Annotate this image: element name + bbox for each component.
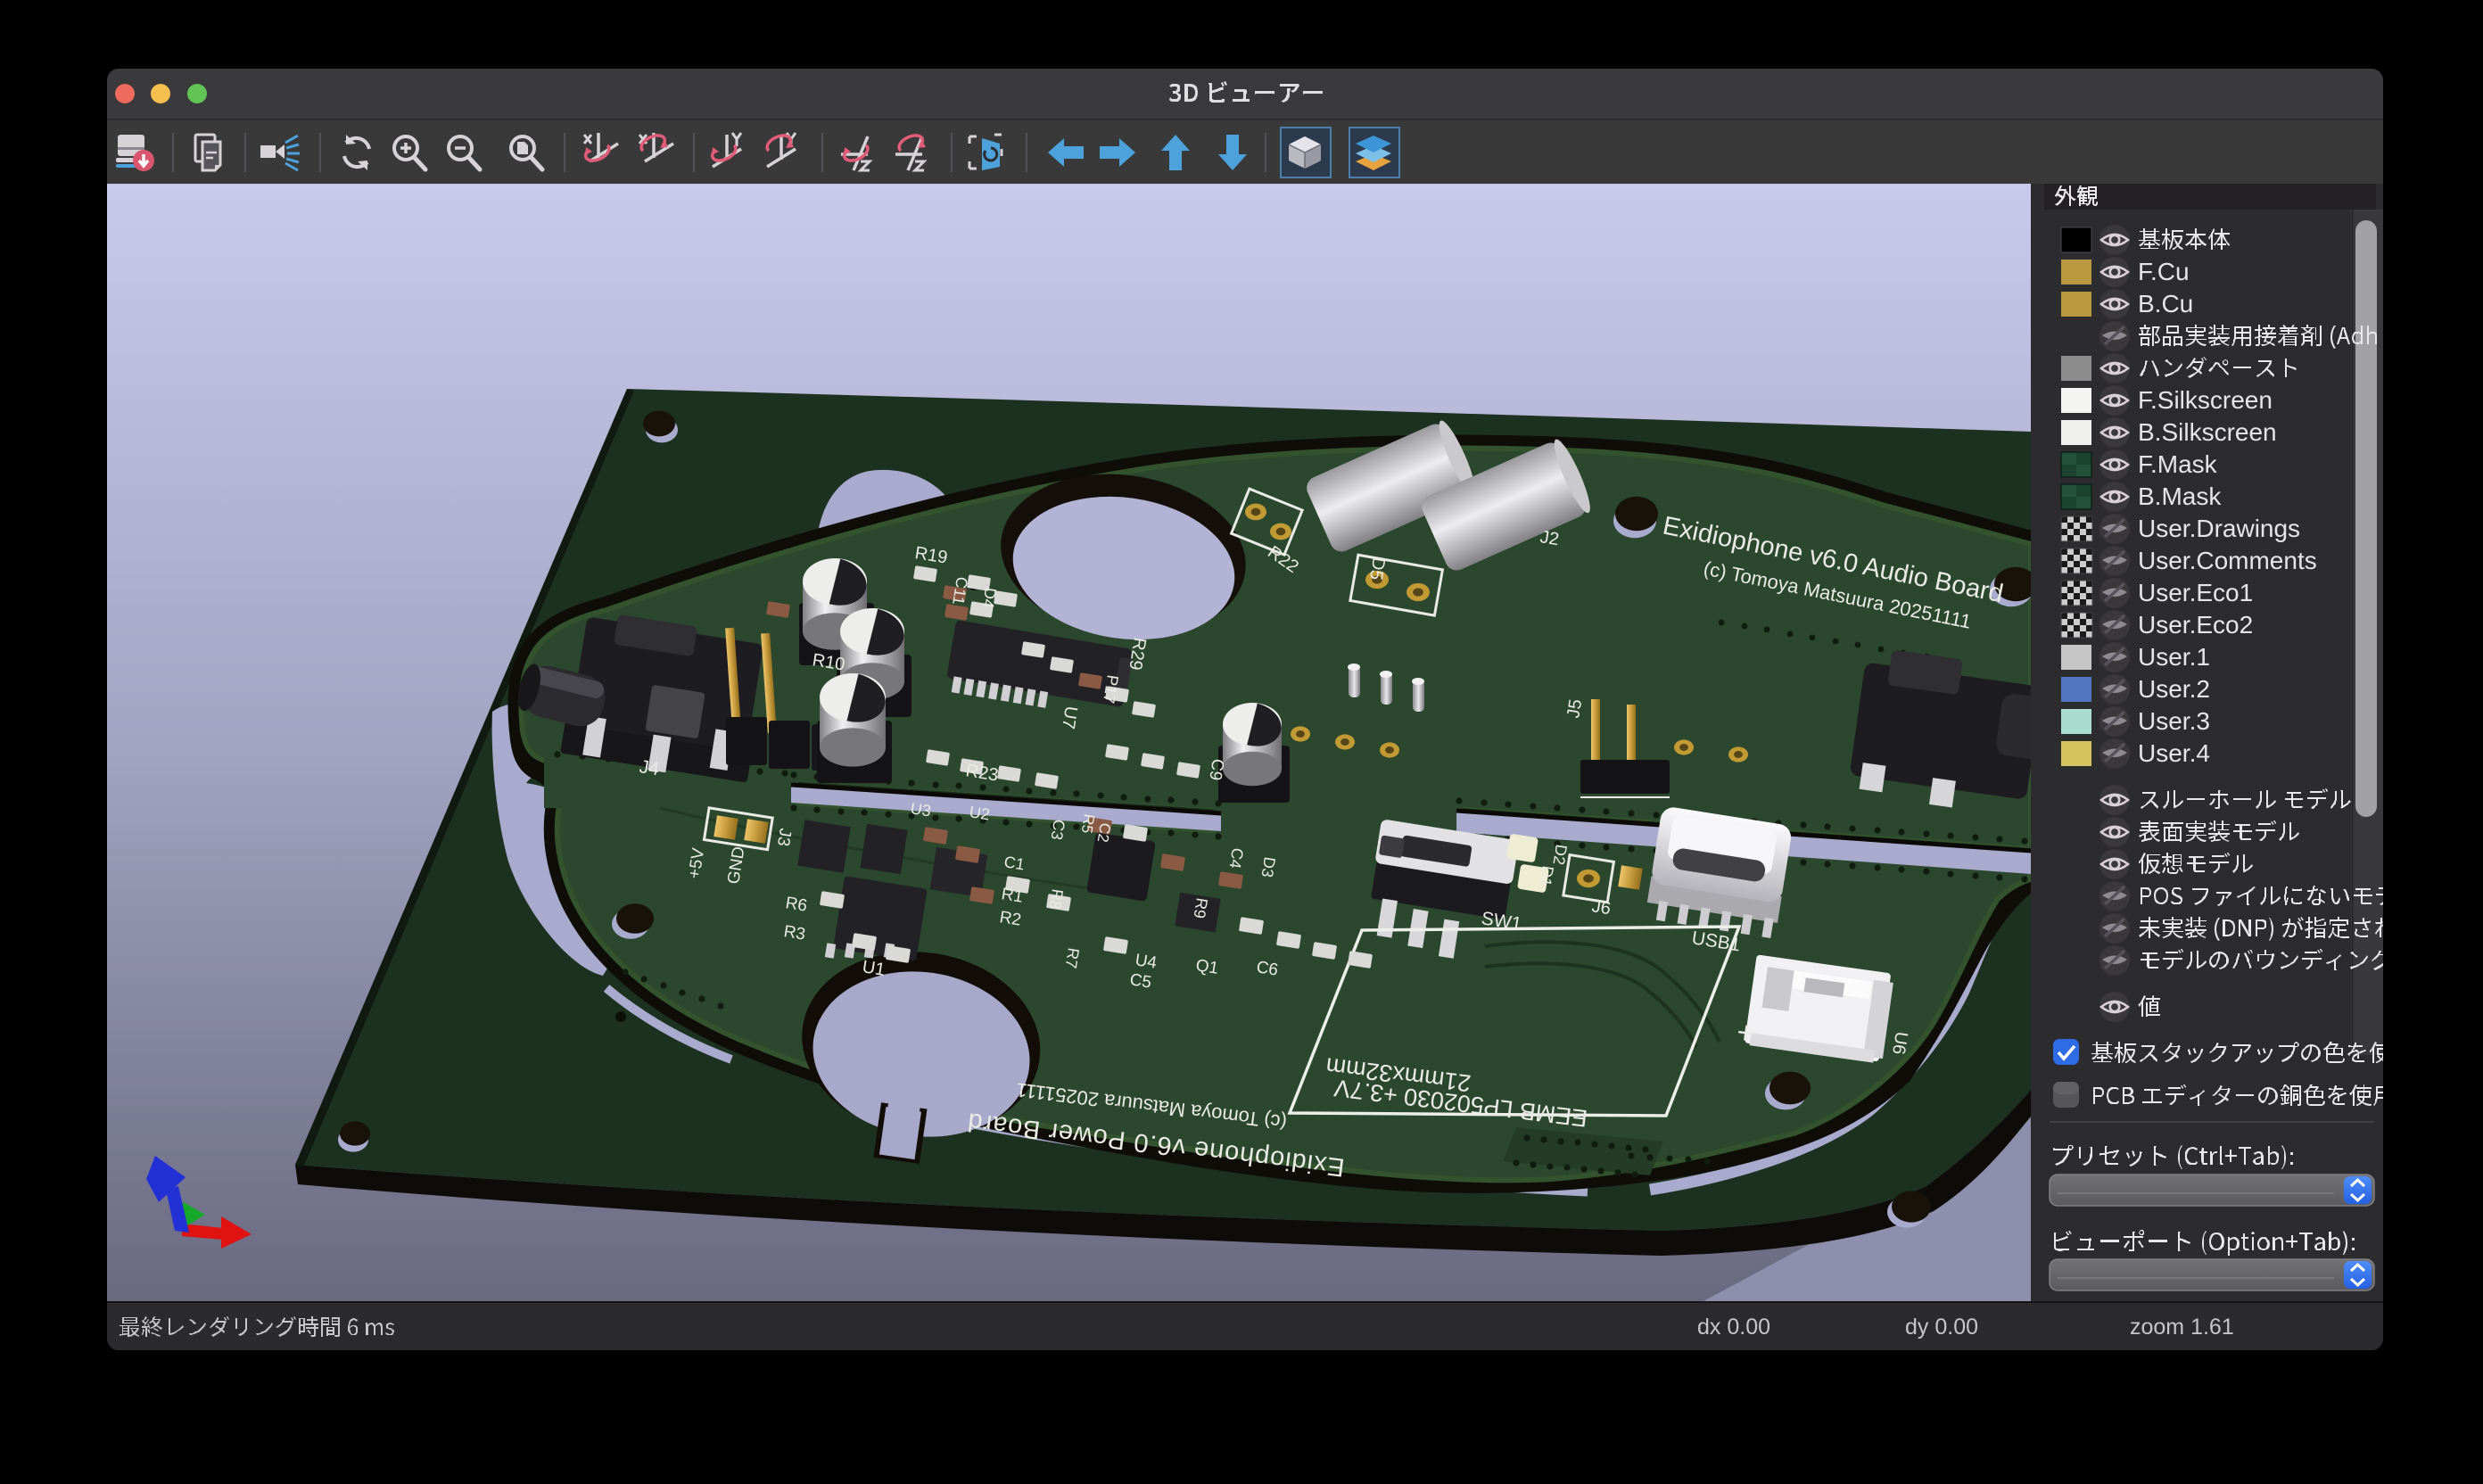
- svg-text:D1: D1: [1536, 864, 1556, 887]
- svg-text:User.1: User.1: [2138, 643, 2210, 671]
- svg-text:R3: R3: [782, 922, 806, 944]
- svg-text:U6: U6: [1888, 1030, 1911, 1056]
- svg-text:B.Cu: B.Cu: [2138, 290, 2193, 317]
- svg-text:User.4: User.4: [2138, 739, 2210, 767]
- svg-text:User.Eco2: User.Eco2: [2138, 611, 2253, 639]
- svg-text:C2: C2: [1094, 821, 1114, 843]
- svg-text:C9: C9: [1205, 757, 1227, 781]
- svg-text:J4: J4: [638, 756, 661, 779]
- svg-text:D5: D5: [1365, 556, 1389, 581]
- svg-text:D2: D2: [1549, 843, 1570, 866]
- svg-text:R6: R6: [784, 894, 808, 916]
- svg-text:U7: U7: [1058, 705, 1081, 730]
- svg-text:R8: R8: [1045, 887, 1066, 911]
- svg-text:R1: R1: [1000, 885, 1024, 907]
- svg-text:U3: U3: [909, 799, 932, 820]
- svg-text:B.Mask: B.Mask: [2138, 482, 2222, 510]
- svg-text:U1: U1: [861, 957, 887, 980]
- svg-text:Q1: Q1: [1194, 956, 1219, 978]
- svg-text:U4: U4: [1134, 951, 1159, 973]
- svg-text:F.Silkscreen: F.Silkscreen: [2138, 386, 2273, 414]
- svg-text:R7: R7: [1061, 946, 1082, 969]
- svg-text:J2: J2: [1538, 527, 1560, 549]
- svg-text:R9: R9: [1190, 896, 1210, 919]
- svg-text:U2: U2: [968, 803, 991, 823]
- svg-text:F.Mask: F.Mask: [2138, 450, 2218, 478]
- svg-text:C1: C1: [1002, 853, 1026, 873]
- svg-text:D4: D4: [978, 586, 999, 609]
- svg-text:User.3: User.3: [2138, 707, 2210, 735]
- svg-text:D3: D3: [1258, 855, 1278, 878]
- svg-text:J6: J6: [1590, 896, 1612, 919]
- svg-text:User.Drawings: User.Drawings: [2138, 515, 2300, 542]
- svg-text:User.Comments: User.Comments: [2138, 547, 2317, 574]
- svg-text:J3: J3: [773, 827, 795, 847]
- svg-text:B.Silkscreen: B.Silkscreen: [2138, 418, 2277, 446]
- svg-text:J5: J5: [1563, 697, 1586, 719]
- svg-text:C4: C4: [1225, 846, 1246, 870]
- svg-text:R5: R5: [1078, 812, 1098, 834]
- svg-text:C3: C3: [1047, 818, 1068, 841]
- svg-text:User.2: User.2: [2138, 675, 2210, 703]
- svg-text:C5: C5: [1128, 970, 1152, 993]
- svg-text:F.Cu: F.Cu: [2138, 258, 2190, 285]
- svg-text:C6: C6: [1255, 958, 1279, 980]
- svg-text:User.Eco1: User.Eco1: [2138, 579, 2253, 606]
- svg-text:R2: R2: [998, 908, 1022, 930]
